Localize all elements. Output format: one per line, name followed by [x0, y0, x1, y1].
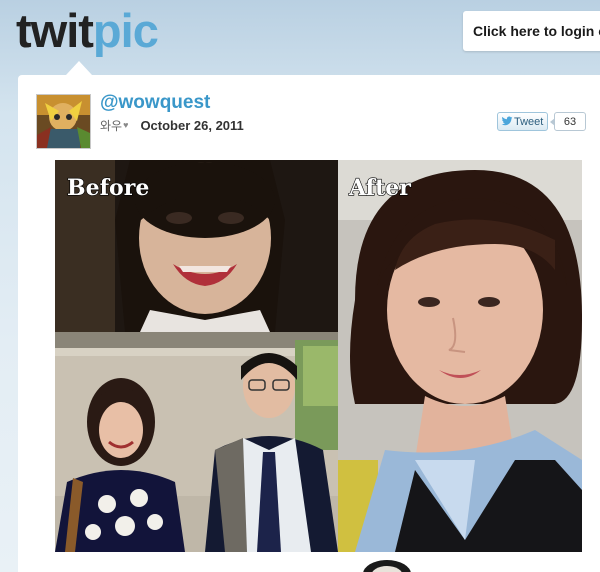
user-avatar[interactable]	[36, 94, 91, 149]
after-caption: After	[348, 175, 411, 201]
heart-icon: ♥	[123, 120, 129, 130]
username-link[interactable]: @wowquest	[100, 92, 210, 114]
tweet-count: 63	[550, 112, 586, 131]
twitpic-logo[interactable]: twitpic	[16, 3, 159, 59]
card-pointer	[66, 61, 92, 75]
post-meta: 와우 ♥ October 26, 2011	[100, 117, 244, 133]
main-photo[interactable]: Before After	[55, 160, 582, 552]
display-name: 와우	[100, 118, 123, 133]
twitter-bird-icon	[501, 116, 513, 126]
before-couple-panel	[55, 332, 338, 552]
tweet-label: Tweet	[514, 116, 544, 128]
login-button[interactable]: Click here to login or sign up	[463, 11, 600, 51]
after-portrait-panel	[338, 160, 582, 552]
before-caption: Before	[67, 175, 149, 201]
before-closeup-panel: Before	[55, 160, 338, 332]
header: twitpic Click here to login or sign up	[0, 0, 600, 70]
logo-text-twit: twit	[16, 4, 94, 57]
commenter-avatar-partial[interactable]	[357, 556, 417, 572]
post-date: October 26, 2011	[140, 117, 244, 133]
logo-text-pic: pic	[92, 4, 159, 57]
tweet-button[interactable]: Tweet	[497, 112, 548, 131]
